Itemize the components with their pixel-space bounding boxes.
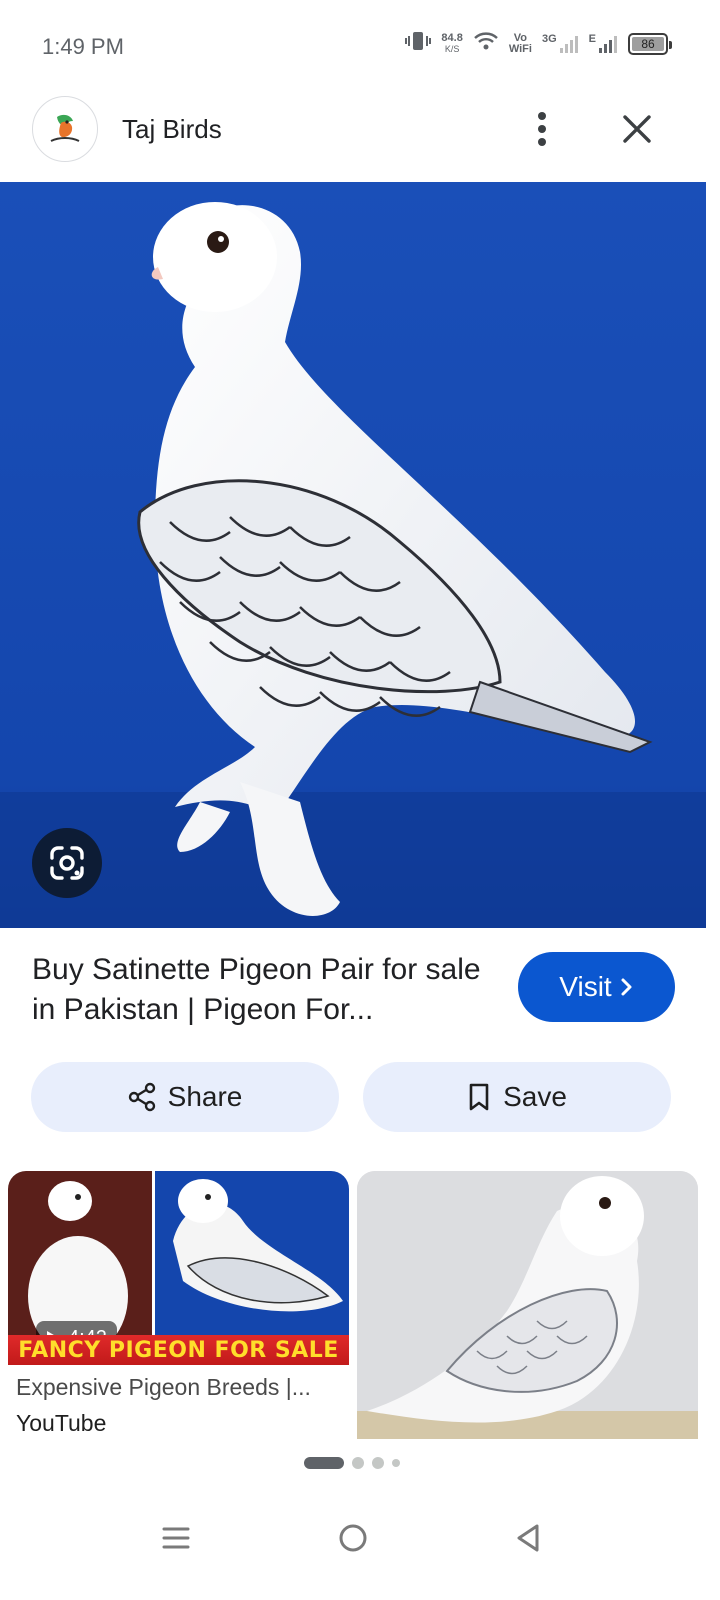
- save-label: Save: [503, 1081, 567, 1112]
- pager-dot: [372, 1457, 384, 1469]
- header: Taj Birds: [0, 92, 720, 182]
- home-button[interactable]: [323, 1508, 383, 1568]
- vibrate-icon: [405, 30, 432, 57]
- site-name: Taj Birds: [122, 114, 222, 144]
- close-icon: [623, 115, 651, 143]
- status-icons: 84.8 K/S Vo WiFi 3G E 86: [405, 30, 672, 57]
- system-navigation-bar: [0, 1490, 720, 1600]
- pager-dot: [392, 1459, 400, 1467]
- status-time: 1:49 PM: [42, 34, 124, 59]
- visit-label: Visit: [559, 971, 612, 1002]
- pager-dot-active: [304, 1457, 344, 1469]
- network-speed: 84.8 K/S: [441, 31, 463, 54]
- signal-e-icon: E: [589, 33, 618, 54]
- more-options-button[interactable]: [520, 104, 564, 154]
- status-bar: 1:49 PM 84.8 K/S Vo WiFi 3G E 86: [0, 0, 720, 92]
- back-button[interactable]: [498, 1508, 558, 1568]
- hero-image[interactable]: [0, 182, 706, 928]
- related-card-source: YouTube: [16, 1410, 107, 1436]
- recent-apps-button[interactable]: [146, 1508, 206, 1568]
- lens-icon: [50, 846, 84, 880]
- site-logo[interactable]: [32, 96, 98, 162]
- related-card-image[interactable]: [357, 1171, 698, 1439]
- chevron-right-icon: [621, 978, 632, 996]
- close-button[interactable]: [612, 104, 662, 154]
- related-card-video[interactable]: 4:42 FANCY PIGEON FOR SALE: [8, 1171, 349, 1365]
- signal-3g-icon: 3G: [542, 33, 579, 54]
- share-button[interactable]: Share: [31, 1062, 339, 1132]
- home-circle-icon: [339, 1524, 367, 1552]
- pigeon-illustration: [0, 182, 706, 928]
- related-card-title[interactable]: Expensive Pigeon Breeds |...: [16, 1374, 311, 1401]
- battery-icon: 86: [628, 32, 672, 55]
- wifi-icon: [473, 30, 499, 57]
- save-button[interactable]: Save: [363, 1062, 671, 1132]
- google-lens-button[interactable]: [32, 828, 102, 898]
- more-vertical-icon: [538, 112, 546, 146]
- result-title[interactable]: Buy Satinette Pigeon Pair for sale in Pa…: [32, 950, 492, 1030]
- pager-dot: [352, 1457, 364, 1469]
- carousel-pager: [304, 1457, 400, 1469]
- vowifi-badge: Vo WiFi: [508, 31, 532, 55]
- thumbnail-banner: FANCY PIGEON FOR SALE: [8, 1335, 349, 1365]
- bird-logo-icon: [50, 114, 80, 142]
- battery-level: 86: [632, 36, 664, 51]
- pigeon-thumbnail: [357, 1171, 698, 1439]
- share-label: Share: [167, 1081, 243, 1112]
- bookmark-icon: [469, 1083, 489, 1111]
- share-icon: [128, 1082, 155, 1112]
- visit-button[interactable]: Visit: [518, 952, 675, 1022]
- back-triangle-icon: [517, 1524, 539, 1552]
- menu-icon: [162, 1527, 190, 1549]
